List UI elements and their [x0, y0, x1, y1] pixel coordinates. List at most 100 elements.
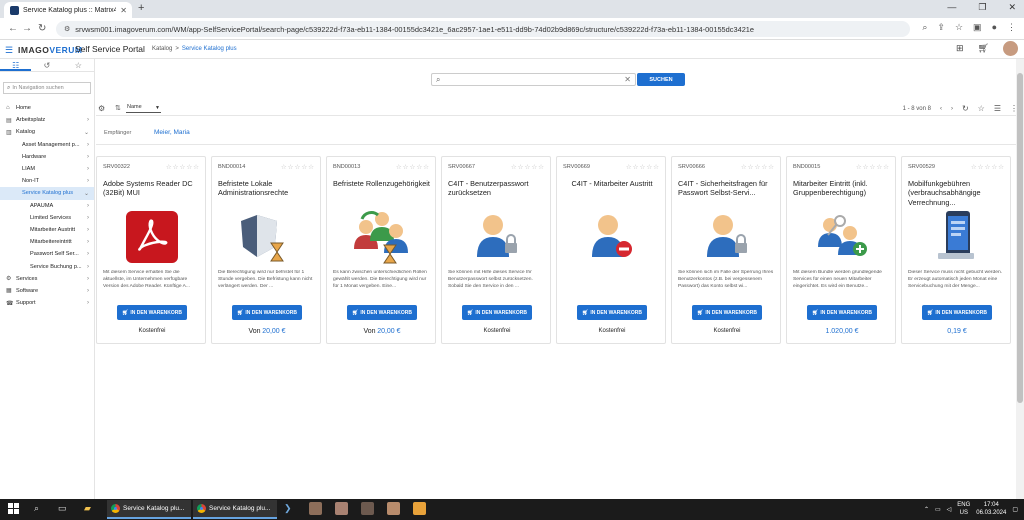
taskbar-app-chrome-1[interactable]: Service Katalog plu...	[107, 500, 191, 519]
sidebar-item[interactable]: ▥ Katalog ⌄	[0, 126, 94, 138]
maximize-icon[interactable]: ❐	[978, 2, 986, 13]
chevron-down-icon[interactable]: ⌄	[84, 190, 89, 197]
back-icon[interactable]: ←	[8, 23, 18, 34]
search-button[interactable]: SUCHEN	[637, 73, 685, 86]
add-to-cart-button[interactable]: 🛒︎ IN DEN WARENKORB	[117, 305, 187, 320]
sidebar-item[interactable]: ⚙ Services ›	[0, 273, 94, 285]
add-to-cart-button[interactable]: 🛒︎ IN DEN WARENKORB	[347, 305, 417, 320]
add-to-cart-button[interactable]: 🛒︎ IN DEN WARENKORB	[462, 305, 532, 320]
service-card[interactable]: BND00015 ☆☆☆☆☆ Mitarbeiter Eintritt (inkl.…	[786, 156, 896, 344]
file-explorer-icon[interactable]: ▰	[84, 503, 91, 514]
service-card[interactable]: SRV00667 ☆☆☆☆☆ C4IT - Benutzerpasswort zur…	[441, 156, 551, 344]
scrollbar-thumb[interactable]	[1017, 73, 1023, 403]
close-window-icon[interactable]: ✕	[1008, 2, 1016, 13]
language-indicator[interactable]: ENG US	[957, 501, 970, 517]
settings-gear-icon[interactable]: ⚙	[98, 104, 105, 113]
share-icon[interactable]: ⇪	[937, 22, 945, 33]
chevron-right-icon[interactable]: ›	[87, 264, 89, 270]
service-title[interactable]: C4IT - Mitarbeiter Austritt	[562, 179, 662, 188]
service-title[interactable]: Adobe Systems Reader DC (32Bit) MUI	[103, 179, 203, 198]
apps-grid-icon[interactable]: ⊞	[956, 43, 964, 54]
chevron-right-icon[interactable]: ›	[87, 288, 89, 294]
sidebar-item[interactable]: ☎ Support ›	[0, 297, 94, 309]
clock[interactable]: 17:04 06.03.2024	[976, 501, 1006, 517]
bookmark-star-icon[interactable]: ☆	[955, 22, 963, 33]
powershell-icon[interactable]: ❯	[284, 503, 292, 514]
site-info-icon[interactable]: ⚙	[64, 25, 70, 33]
service-title[interactable]: Befristete Rollenzugehörigkeit	[333, 179, 433, 188]
recipient-value[interactable]: Meier, Maria	[154, 129, 190, 136]
volume-icon[interactable]: ◁	[947, 506, 952, 513]
service-title[interactable]: C4IT - Sicherheitsfragen für Passwort Se…	[678, 179, 778, 198]
user-photo-app-icon[interactable]	[309, 502, 322, 515]
sidebar-item[interactable]: LIAM ›	[0, 163, 94, 175]
taskbar-search-icon[interactable]: ⌕	[34, 503, 39, 514]
sidebar-item[interactable]: Limited Services ›	[0, 212, 94, 224]
service-card[interactable]: BND00013 ☆☆☆☆☆ Befristete Rollenzugehörigk…	[326, 156, 436, 344]
sidebar-item[interactable]: Service Buchung p... ›	[0, 260, 94, 272]
sidepanel-icon[interactable]: ▣	[973, 22, 982, 33]
add-to-cart-button[interactable]: 🛒︎ IN DEN WARENKORB	[807, 305, 877, 320]
service-card[interactable]: SRV00669 ☆☆☆☆☆ C4IT - Mitarbeiter Austritt…	[556, 156, 666, 344]
sidebar-item[interactable]: APAUMA ›	[0, 200, 94, 212]
sidebar-item[interactable]: ▦ Software ›	[0, 285, 94, 297]
sidebar-item[interactable]: Service Katalog plus ⌄	[0, 187, 94, 200]
service-card[interactable]: BND00014 ☆☆☆☆☆ Befristete Lokale Administr…	[211, 156, 321, 344]
chevron-right-icon[interactable]: ›	[87, 227, 89, 233]
service-card[interactable]: SRV00666 ☆☆☆☆☆ C4IT - Sicherheitsfragen fü…	[671, 156, 781, 344]
chevron-right-icon[interactable]: ›	[87, 142, 89, 148]
tab-favorites[interactable]: ☆	[63, 59, 94, 71]
taskbar-app-chrome-2[interactable]: Service Katalog plu...	[193, 500, 277, 519]
breadcrumb-katalog[interactable]: Katalog	[152, 46, 172, 52]
chevron-right-icon[interactable]: ›	[87, 239, 89, 245]
chevron-right-icon[interactable]: ›	[87, 276, 89, 282]
chevron-right-icon[interactable]: ›	[87, 215, 89, 221]
chevron-right-icon[interactable]: ›	[87, 178, 89, 184]
zoom-icon[interactable]: ⌕	[922, 22, 927, 33]
chevron-down-icon[interactable]: ⌄	[84, 129, 89, 136]
next-page-icon[interactable]: ›	[951, 106, 953, 112]
network-icon[interactable]: ▭	[935, 506, 941, 513]
service-title[interactable]: C4IT - Benutzerpasswort zurücksetzen	[448, 179, 548, 198]
sidebar-item[interactable]: Mitarbeitereintritt ›	[0, 236, 94, 248]
navigation-search-input[interactable]: ⌕ In Navigation suchen	[3, 82, 91, 94]
sidebar-item[interactable]: Passwort Self Ser... ›	[0, 248, 94, 260]
service-title[interactable]: Mitarbeiter Eintritt (inkl. Gruppenberec…	[793, 179, 893, 198]
add-to-cart-button[interactable]: 🛒︎ IN DEN WARENKORB	[232, 305, 302, 320]
add-to-cart-button[interactable]: 🛒︎ IN DEN WARENKORB	[577, 305, 647, 320]
minimize-icon[interactable]: —	[947, 2, 956, 13]
browser-menu-icon[interactable]: ⋮	[1007, 22, 1016, 33]
sidebar-item[interactable]: ⌂ Home	[0, 102, 94, 114]
new-tab-button[interactable]: +	[138, 2, 144, 14]
forward-icon[interactable]: →	[22, 23, 32, 34]
chevron-right-icon[interactable]: ›	[87, 166, 89, 172]
service-card[interactable]: SRV00529 ☆☆☆☆☆ Mobilfunkgebühren (verbrauc…	[901, 156, 1011, 344]
user-photo-app-icon[interactable]	[387, 502, 400, 515]
windows-start-icon[interactable]	[8, 503, 19, 514]
cart-icon[interactable]: 🛒︎	[978, 43, 989, 54]
browser-tab[interactable]: Service Katalog plus :: Matrix42 ✕	[4, 2, 132, 18]
user-photo-app-icon[interactable]	[361, 502, 374, 515]
sidebar-item[interactable]: Asset Management p... ›	[0, 139, 94, 151]
user-avatar[interactable]	[1003, 41, 1018, 56]
catalog-search-input[interactable]: ⌕ ✕	[431, 73, 636, 86]
chevron-right-icon[interactable]: ›	[87, 154, 89, 160]
chevron-right-icon[interactable]: ›	[87, 300, 89, 306]
sort-select[interactable]: Name ▼	[126, 104, 161, 113]
notifications-icon[interactable]: ▢	[1012, 506, 1018, 513]
user-photo-app-icon[interactable]	[335, 502, 348, 515]
address-bar[interactable]: ⚙ srvwsm001.imagoverum.com/WM/app-SelfSe…	[56, 21, 910, 37]
hamburger-menu-icon[interactable]: ☰	[5, 45, 13, 56]
service-title[interactable]: Befristete Lokale Administrationsrechte	[218, 179, 318, 198]
favorite-star-icon[interactable]: ☆	[978, 104, 985, 113]
close-tab-icon[interactable]: ✕	[120, 6, 127, 15]
profile-icon[interactable]: ●	[992, 22, 997, 33]
sort-icon[interactable]: ⇅	[115, 104, 121, 112]
app-icon[interactable]	[413, 502, 426, 515]
chevron-up-icon[interactable]: ⌃	[924, 506, 929, 513]
sidebar-item[interactable]: Hardware ›	[0, 151, 94, 163]
sidebar-item[interactable]: Mitarbeiter Austritt ›	[0, 224, 94, 236]
clear-search-icon[interactable]: ✕	[624, 75, 631, 84]
service-title[interactable]: Mobilfunkgebühren (verbrauchsabhängige V…	[908, 179, 1008, 207]
page-scrollbar[interactable]	[1016, 59, 1024, 499]
